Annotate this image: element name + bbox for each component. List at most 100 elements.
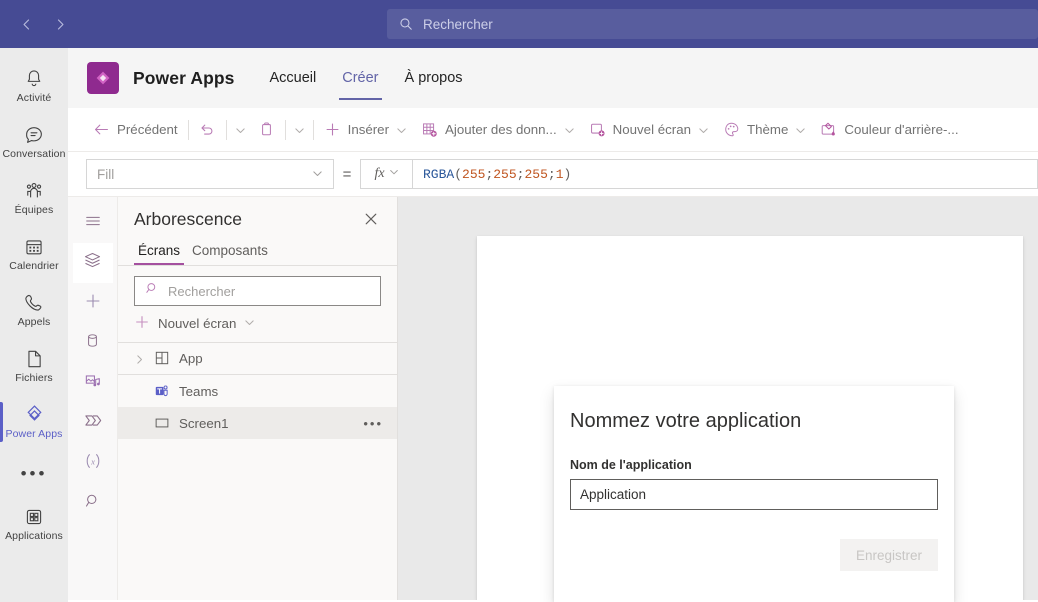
new-screen-tree-button[interactable]: Nouvel écran xyxy=(118,306,397,343)
insert-button-label: Insérer xyxy=(347,122,390,137)
clipboard-icon xyxy=(258,121,275,138)
chevron-down-icon xyxy=(389,166,399,182)
formula-function: RGBA xyxy=(423,166,455,182)
studio-icon-rail: x xyxy=(68,197,118,600)
sidebar-item-activity[interactable]: Activité xyxy=(0,58,68,114)
back-button-label: Précédent xyxy=(117,122,178,137)
nav-arrows xyxy=(0,12,72,36)
media-panel-button[interactable] xyxy=(73,363,113,403)
tree-view-tabs: Écrans Composants xyxy=(118,236,397,266)
sidebar-item-label: Conversation xyxy=(2,147,66,160)
formula-arg-1: 255 xyxy=(462,166,486,182)
new-screen-button[interactable]: Nouvel écran xyxy=(582,114,716,146)
name-app-dialog: Nommez votre application Nom de l'applic… xyxy=(554,386,954,602)
sidebar-more-button[interactable]: ••• xyxy=(0,450,68,496)
close-icon[interactable] xyxy=(363,211,381,229)
paste-dropdown[interactable] xyxy=(289,114,310,146)
formula-sep-2: ; xyxy=(516,166,525,182)
save-button[interactable]: Enregistrer xyxy=(840,539,938,571)
sidebar-item-calls[interactable]: Appels xyxy=(0,282,68,338)
hamburger-menu-icon xyxy=(84,212,102,235)
chat-icon xyxy=(23,124,45,146)
tree-item-label: Teams xyxy=(179,383,219,399)
forward-icon[interactable] xyxy=(48,12,72,36)
sidebar-item-power-apps[interactable]: Power Apps xyxy=(0,394,68,450)
divider xyxy=(225,119,227,140)
add-data-icon xyxy=(421,121,438,138)
media-icon xyxy=(84,372,102,395)
tree-item-overflow-button[interactable]: ••• xyxy=(363,416,383,431)
plus-icon xyxy=(134,314,150,333)
variables-panel-button[interactable]: x xyxy=(73,443,113,483)
formula-input[interactable]: RGBA(255; 255; 255; 1) xyxy=(412,159,1038,189)
sidebar-item-chat[interactable]: Conversation xyxy=(0,114,68,170)
teams-left-rail: Activité Conversation Équipes Calendrier xyxy=(0,48,68,602)
power-automate-panel-button[interactable] xyxy=(73,403,113,443)
back-icon[interactable] xyxy=(14,12,38,36)
formula-arg-2: 255 xyxy=(493,166,517,182)
tab-a-propos[interactable]: À propos xyxy=(392,48,476,108)
variables-icon: x xyxy=(83,451,103,476)
sidebar-item-label: Équipes xyxy=(14,203,54,216)
command-bar: Précédent Insérer Ajouter des donn... No… xyxy=(68,108,1038,152)
undo-dropdown[interactable] xyxy=(230,114,251,146)
phone-icon xyxy=(23,292,45,314)
tree-search-wrapper: Rechercher xyxy=(118,266,397,306)
sidebar-item-calendar[interactable]: Calendrier xyxy=(0,226,68,282)
search-panel-button[interactable] xyxy=(73,483,113,523)
tree-search-input[interactable]: Rechercher xyxy=(134,276,381,306)
dialog-title: Nommez votre application xyxy=(570,410,802,432)
tab-creer[interactable]: Créer xyxy=(329,48,391,108)
tree-item-screen1[interactable]: Screen1 ••• xyxy=(118,407,397,439)
background-color-icon xyxy=(820,121,837,138)
tree-view-button[interactable] xyxy=(72,243,113,283)
app-name-input[interactable]: Application xyxy=(570,479,938,510)
new-screen-tree-label: Nouvel écran xyxy=(158,316,237,331)
tab-ecrans[interactable]: Écrans xyxy=(134,243,185,265)
formula-arg-3: 255 xyxy=(524,166,548,182)
page-title: Power Apps xyxy=(133,67,235,88)
hamburger-menu-button[interactable] xyxy=(73,203,113,243)
search-input[interactable]: Rechercher xyxy=(387,9,1038,39)
new-screen-icon xyxy=(589,121,606,138)
property-select[interactable]: Fill xyxy=(86,159,334,189)
tab-accueil[interactable]: Accueil xyxy=(256,48,329,108)
chevron-down-icon xyxy=(235,124,246,135)
apps-grid-icon xyxy=(23,506,45,528)
tree-item-label: Screen1 xyxy=(179,415,229,431)
insert-panel-button[interactable] xyxy=(73,283,113,323)
data-panel-button[interactable] xyxy=(73,323,113,363)
sidebar-item-files[interactable]: Fichiers xyxy=(0,338,68,394)
undo-icon xyxy=(199,121,216,138)
sidebar-item-label: Calendrier xyxy=(9,259,59,272)
tree-item-app[interactable]: App xyxy=(118,343,397,375)
formula-paren-close: ) xyxy=(563,166,572,182)
paste-button[interactable] xyxy=(251,114,282,146)
add-data-button[interactable]: Ajouter des donn... xyxy=(414,114,582,146)
tree-view-header: Arborescence xyxy=(118,197,397,236)
plus-icon xyxy=(324,121,341,138)
search-icon xyxy=(84,492,102,515)
undo-button[interactable] xyxy=(192,114,223,146)
theme-button[interactable]: Thème xyxy=(716,114,813,146)
power-automate-icon xyxy=(83,411,102,435)
sidebar-item-applications[interactable]: Applications xyxy=(0,496,68,552)
sidebar-more-label: ••• xyxy=(20,463,48,483)
sidebar-item-teams[interactable]: Équipes xyxy=(0,170,68,226)
insert-button[interactable]: Insérer xyxy=(317,114,414,146)
background-color-button[interactable]: Couleur d'arrière-... xyxy=(813,114,965,146)
power-apps-logo xyxy=(87,62,119,94)
back-button[interactable]: Précédent xyxy=(86,114,185,146)
divider xyxy=(312,119,314,140)
tab-composants[interactable]: Composants xyxy=(188,243,272,265)
tree-view-panel: Arborescence Écrans Composants Recherche… xyxy=(118,197,398,600)
palette-icon xyxy=(723,121,740,138)
chevron-right-icon[interactable] xyxy=(134,353,146,365)
property-select-value: Fill xyxy=(97,166,115,182)
fx-button[interactable]: fx xyxy=(360,159,412,189)
fx-label: fx xyxy=(374,166,385,181)
tree-item-teams[interactable]: Teams xyxy=(118,375,397,407)
search-icon xyxy=(145,281,160,301)
calendar-icon xyxy=(23,236,45,258)
